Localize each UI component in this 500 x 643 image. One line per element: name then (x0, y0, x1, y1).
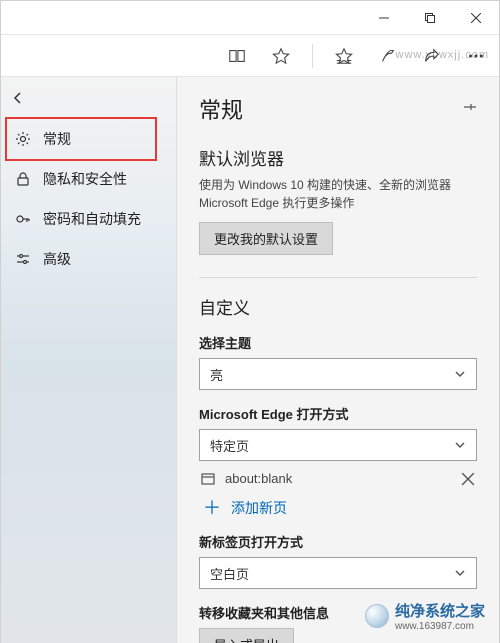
open-with-select[interactable]: 特定页 (199, 429, 477, 461)
section-default-browser-heading: 默认浏览器 (199, 145, 477, 170)
newtab-select[interactable]: 空白页 (199, 557, 477, 589)
reading-view-icon[interactable] (220, 35, 254, 77)
window-titlebar (1, 1, 499, 35)
more-icon[interactable] (459, 35, 493, 77)
page-icon (201, 472, 215, 486)
close-button[interactable] (453, 1, 499, 35)
newtab-label: 新标签页打开方式 (199, 532, 477, 551)
import-export-button[interactable]: 导入或导出 (199, 628, 294, 643)
pin-button[interactable] (461, 99, 477, 120)
favorite-star-icon[interactable] (264, 35, 298, 77)
sidebar-item-general[interactable]: 常规 (1, 119, 176, 159)
share-icon[interactable] (415, 35, 449, 77)
plus-icon: ＋ (203, 499, 221, 517)
change-default-button[interactable]: 更改我的默认设置 (199, 222, 333, 255)
start-page-url[interactable]: about:blank (225, 471, 451, 486)
sidebar-item-label: 高级 (43, 249, 71, 269)
newtab-select-value: 空白页 (210, 564, 249, 583)
remove-page-button[interactable] (461, 472, 475, 486)
chevron-down-icon (454, 567, 466, 579)
chevron-down-icon (454, 439, 466, 451)
sidebar-item-advanced[interactable]: 高级 (1, 239, 176, 279)
toolbar-divider (312, 44, 313, 68)
minimize-button[interactable] (361, 1, 407, 35)
add-page-button[interactable]: ＋ 添加新页 (199, 498, 477, 518)
sliders-icon (15, 251, 31, 267)
settings-sidebar: 常规 隐私和安全性 密码和自动填充 高级 (1, 77, 177, 643)
theme-select-value: 亮 (210, 365, 223, 384)
theme-select[interactable]: 亮 (199, 358, 477, 390)
back-button[interactable] (1, 77, 176, 119)
key-icon (15, 211, 31, 227)
add-page-label: 添加新页 (231, 498, 287, 518)
notes-icon[interactable] (371, 35, 405, 77)
open-with-label: Microsoft Edge 打开方式 (199, 404, 477, 423)
sidebar-item-label: 常规 (43, 129, 71, 149)
sidebar-item-privacy[interactable]: 隐私和安全性 (1, 159, 176, 199)
section-default-browser-desc: 使用为 Windows 10 构建的快速、全新的浏览器 Microsoft Ed… (199, 176, 477, 212)
sidebar-item-passwords[interactable]: 密码和自动填充 (1, 199, 176, 239)
chevron-down-icon (454, 368, 466, 380)
sidebar-item-label: 隐私和安全性 (43, 169, 127, 189)
theme-label: 选择主题 (199, 333, 477, 352)
maximize-button[interactable] (407, 1, 453, 35)
section-customize-heading: 自定义 (199, 294, 477, 319)
gear-icon (15, 131, 31, 147)
open-with-select-value: 特定页 (210, 436, 249, 455)
start-page-row: about:blank (199, 471, 477, 486)
browser-toolbar (1, 35, 499, 77)
favorites-hub-icon[interactable] (327, 35, 361, 77)
transfer-label: 转移收藏夹和其他信息 (199, 603, 477, 622)
settings-content: 常规 默认浏览器 使用为 Windows 10 构建的快速、全新的浏览器 Mic… (177, 77, 499, 643)
sidebar-item-label: 密码和自动填充 (43, 209, 141, 229)
lock-icon (15, 171, 31, 187)
page-title: 常规 (199, 93, 243, 125)
section-divider (199, 277, 477, 278)
